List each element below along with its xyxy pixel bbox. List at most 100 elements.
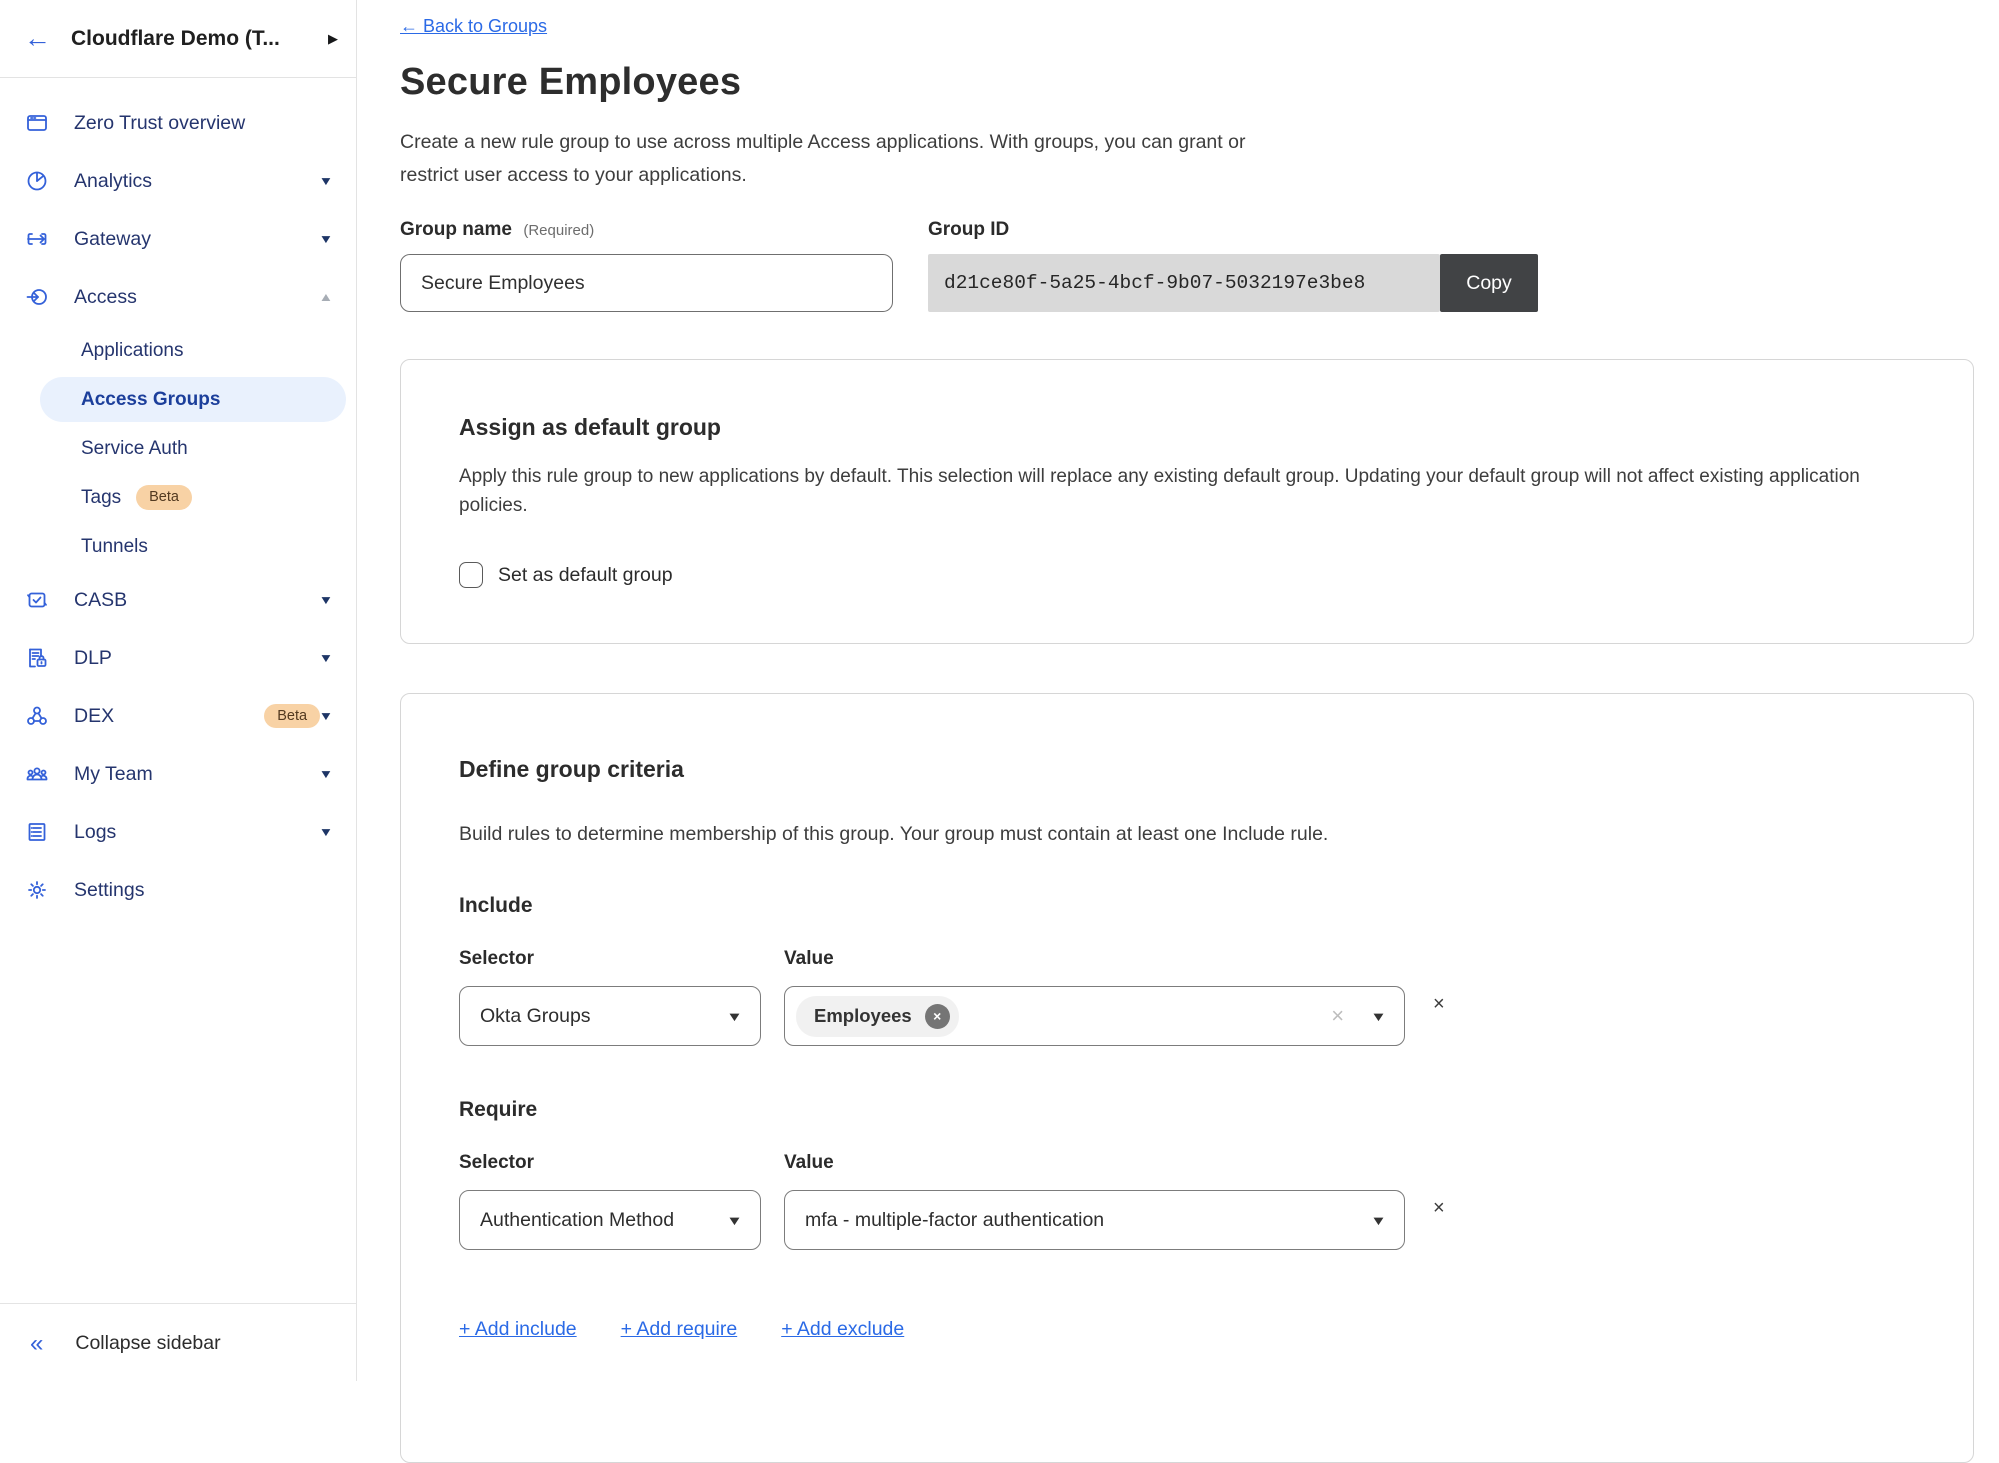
sidebar-item-tunnels[interactable]: Tunnels <box>0 522 356 571</box>
sidebar-item-label: DEX <box>74 705 249 728</box>
value-tag-label: Employees <box>814 1005 912 1027</box>
include-heading: Include <box>459 894 1915 918</box>
sidebar-item-label: Access <box>74 286 320 309</box>
sidebar-item-gateway[interactable]: Gateway ▼ <box>0 210 356 268</box>
assign-default-title: Assign as default group <box>459 414 1915 441</box>
main-content: ← Back to Groups Secure Employees Create… <box>357 0 1999 1381</box>
chevron-down-icon[interactable]: ▼ <box>319 651 334 665</box>
sidebar-item-tags[interactable]: Tags Beta <box>0 473 356 522</box>
chevron-down-icon[interactable]: ▼ <box>319 174 334 188</box>
pie-chart-icon <box>24 169 52 193</box>
back-to-groups-link[interactable]: ← Back to Groups <box>400 16 547 37</box>
group-name-field-group: Group name (Required) <box>400 219 893 312</box>
sidebar-item-dlp[interactable]: DLP ▼ <box>0 629 356 687</box>
sidebar-item-dex[interactable]: DEX Beta ▼ <box>0 687 356 745</box>
chevron-down-icon: ▼ <box>726 1009 743 1024</box>
beta-badge: Beta <box>264 704 320 729</box>
copy-button[interactable]: Copy <box>1440 254 1538 312</box>
sidebar-item-label: Gateway <box>74 228 320 251</box>
add-exclude-link[interactable]: + Add exclude <box>781 1318 904 1341</box>
chevron-down-icon[interactable]: ▼ <box>319 825 334 839</box>
casb-check-icon <box>24 588 52 612</box>
collapse-chevrons-icon: « <box>30 1332 43 1356</box>
document-lock-icon <box>24 646 52 670</box>
rule-actions: + Add include + Add require + Add exclud… <box>459 1318 1915 1341</box>
require-selector-value: Authentication Method <box>480 1209 674 1232</box>
chevron-down-icon[interactable]: ▼ <box>319 767 334 781</box>
require-heading: Require <box>459 1098 1915 1122</box>
include-selector-dropdown[interactable]: Okta Groups ▼ <box>459 986 761 1046</box>
sidebar-subitem-label: Tags <box>81 487 121 509</box>
people-icon <box>24 762 52 786</box>
account-name[interactable]: Cloudflare Demo (T... <box>71 27 328 51</box>
logs-list-icon <box>24 820 52 844</box>
account-expand-icon[interactable]: ▶ <box>328 31 338 47</box>
include-value-multiselect[interactable]: Employees × × ▼ <box>784 986 1405 1046</box>
assign-default-description: Apply this rule group to new application… <box>459 462 1869 520</box>
clear-values-icon[interactable]: × <box>1331 1003 1344 1029</box>
sidebar-item-label: CASB <box>74 589 320 612</box>
group-name-id-row: Group name (Required) Group ID d21ce80f-… <box>400 219 1999 312</box>
criteria-description: Build rules to determine membership of t… <box>459 823 1915 846</box>
add-require-link[interactable]: + Add require <box>621 1318 738 1341</box>
chevron-down-icon: ▼ <box>1370 1213 1387 1228</box>
require-value-label: Value <box>784 1152 1405 1174</box>
sidebar-subitem-label: Tunnels <box>81 536 148 558</box>
sidebar-item-zero-trust-overview[interactable]: Zero Trust overview <box>0 94 356 152</box>
sidebar-item-label: Analytics <box>74 170 320 193</box>
chevron-down-icon[interactable]: ▼ <box>319 232 334 246</box>
sidebar-item-access-groups[interactable]: Access Groups <box>40 377 346 422</box>
page-description: Create a new rule group to use across mu… <box>400 126 1300 192</box>
remove-include-rule-icon[interactable]: × <box>1433 994 1445 1014</box>
group-name-input[interactable] <box>400 254 893 312</box>
sidebar-item-service-auth[interactable]: Service Auth <box>0 424 356 473</box>
collapse-sidebar-label: Collapse sidebar <box>75 1332 220 1355</box>
page-title: Secure Employees <box>400 61 1999 104</box>
include-value-label: Value <box>784 948 1405 970</box>
sidebar-item-label: My Team <box>74 763 320 786</box>
criteria-title: Define group criteria <box>459 756 1915 783</box>
group-id-field-group: Group ID d21ce80f-5a25-4bcf-9b07-5032197… <box>928 219 1538 312</box>
sidebar-item-label: Logs <box>74 821 320 844</box>
remove-require-rule-icon[interactable]: × <box>1433 1198 1445 1218</box>
include-selector-label: Selector <box>459 948 761 970</box>
access-submenu: Applications Access Groups Service Auth … <box>0 326 356 571</box>
require-selector-dropdown[interactable]: Authentication Method ▼ <box>459 1190 761 1250</box>
sidebar-item-label: Zero Trust overview <box>74 112 332 135</box>
sidebar-item-label: Settings <box>74 879 332 902</box>
sidebar-item-settings[interactable]: Settings <box>0 861 356 919</box>
group-id-label: Group ID <box>928 219 1538 241</box>
gear-icon <box>24 878 52 902</box>
required-hint: (Required) <box>523 222 594 239</box>
set-default-group-checkbox[interactable] <box>459 562 483 588</box>
sidebar-item-logs[interactable]: Logs ▼ <box>0 803 356 861</box>
sidebar-item-casb[interactable]: CASB ▼ <box>0 571 356 629</box>
tag-remove-icon[interactable]: × <box>925 1004 950 1029</box>
include-rule-row: Selector Okta Groups ▼ Value Employees ×… <box>459 948 1915 1046</box>
back-arrow-icon[interactable]: ← <box>24 25 51 52</box>
require-selector-label: Selector <box>459 1152 761 1174</box>
sidebar-nav: Zero Trust overview Analytics ▼ Gateway … <box>0 78 356 919</box>
sidebar-item-my-team[interactable]: My Team ▼ <box>0 745 356 803</box>
group-name-label: Group name <box>400 219 512 240</box>
access-login-icon <box>24 285 52 309</box>
network-nodes-icon <box>24 704 52 728</box>
collapse-sidebar-button[interactable]: « Collapse sidebar <box>0 1303 356 1381</box>
sidebar-item-analytics[interactable]: Analytics ▼ <box>0 152 356 210</box>
sidebar-item-applications[interactable]: Applications <box>0 326 356 375</box>
chevron-up-icon[interactable]: ▲ <box>319 290 334 304</box>
sidebar-item-access[interactable]: Access ▲ <box>0 268 356 326</box>
chevron-down-icon[interactable]: ▼ <box>319 709 334 723</box>
gateway-icon <box>24 227 52 251</box>
include-selector-value: Okta Groups <box>480 1005 591 1028</box>
browser-window-icon <box>24 111 52 135</box>
add-include-link[interactable]: + Add include <box>459 1318 577 1341</box>
beta-badge: Beta <box>136 485 192 510</box>
sidebar-header: ← Cloudflare Demo (T... ▶ <box>0 0 356 78</box>
require-value-text: mfa - multiple-factor authentication <box>805 1209 1104 1232</box>
require-value-dropdown[interactable]: mfa - multiple-factor authentication ▼ <box>784 1190 1405 1250</box>
chevron-down-icon[interactable]: ▼ <box>319 593 334 607</box>
value-tag: Employees × <box>796 996 959 1037</box>
group-id-value: d21ce80f-5a25-4bcf-9b07-5032197e3be8 <box>928 254 1440 312</box>
sidebar-subitem-label: Service Auth <box>81 438 188 460</box>
